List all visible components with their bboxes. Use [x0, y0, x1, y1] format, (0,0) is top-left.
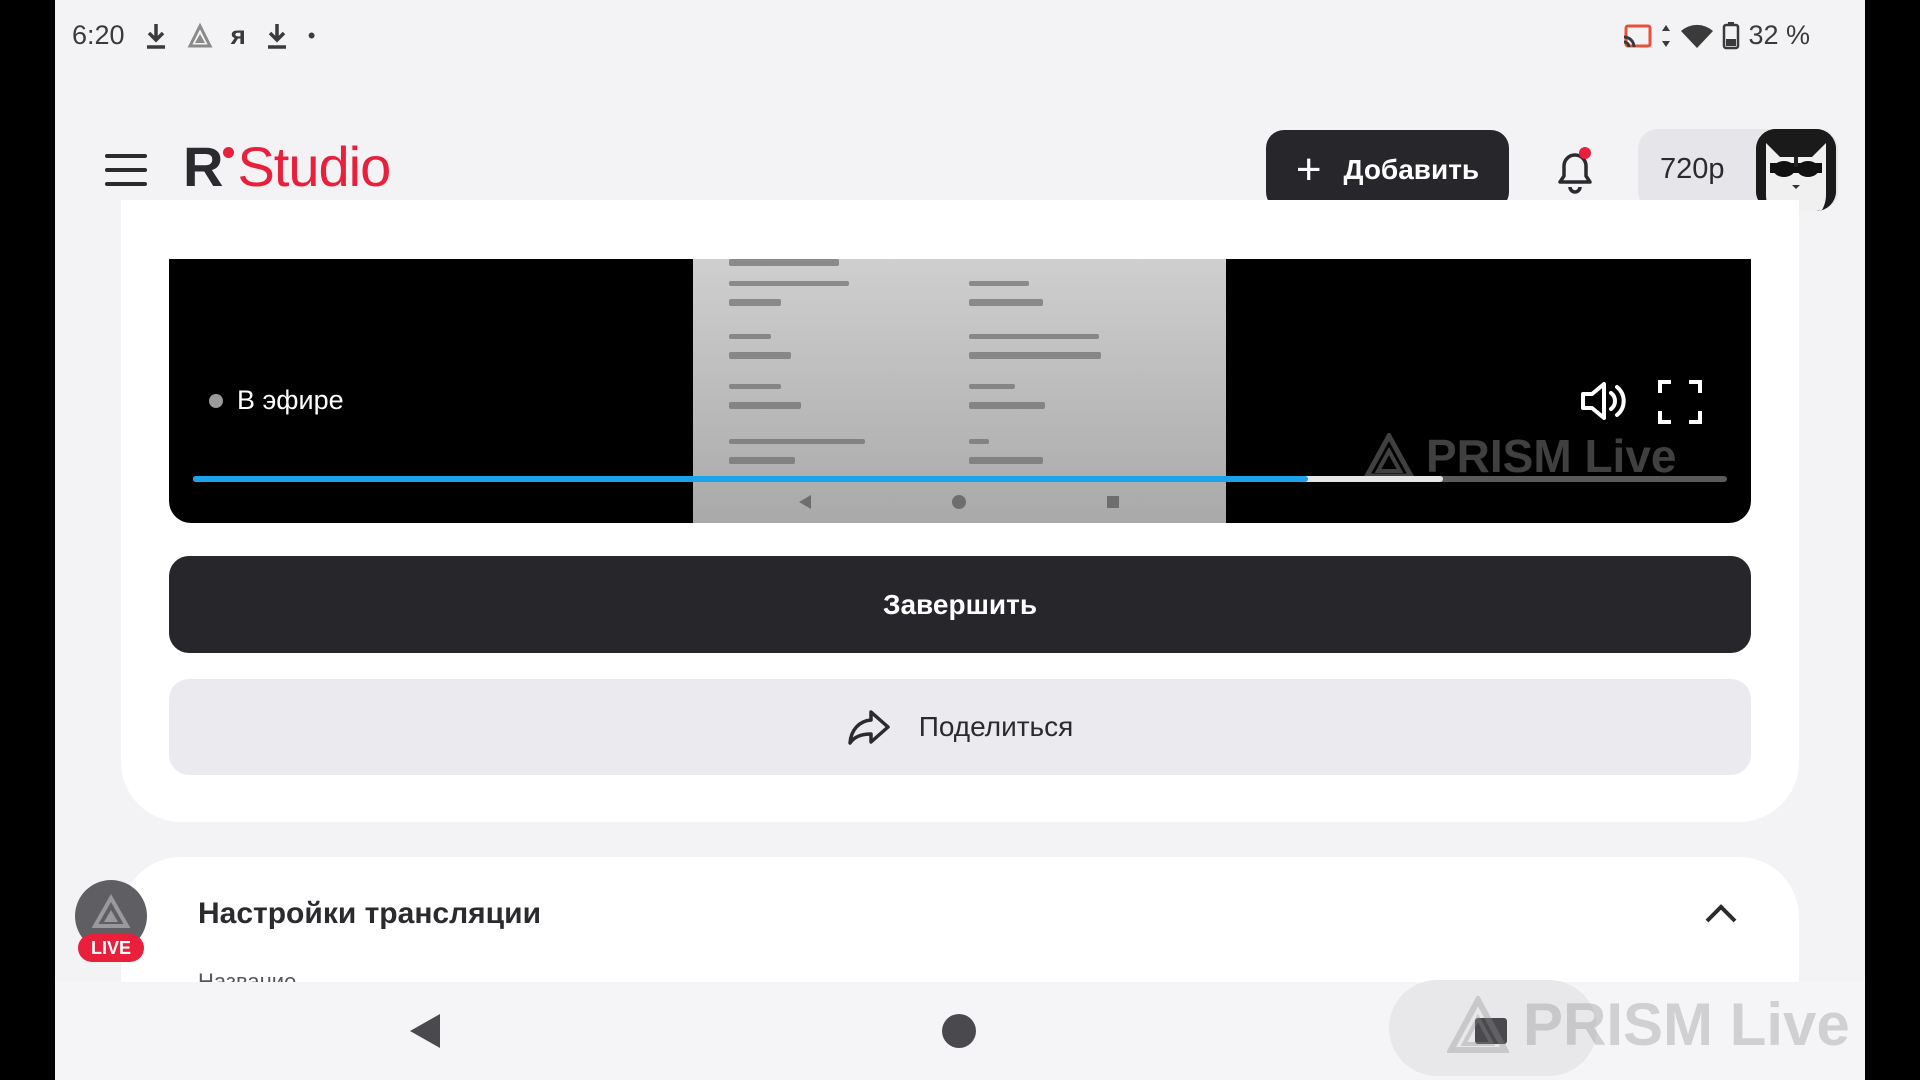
- live-status: В эфире: [209, 385, 344, 416]
- dot-icon: •: [307, 22, 316, 48]
- back-icon[interactable]: [410, 1014, 440, 1048]
- resolution-label: 720p: [1660, 153, 1725, 185]
- logo-dot: [223, 147, 235, 158]
- live-status-text: В эфире: [237, 385, 344, 415]
- live-dot-icon: [209, 393, 223, 408]
- plus-icon: +: [1295, 145, 1322, 194]
- logo-r: R: [183, 135, 223, 198]
- volume-icon[interactable]: [1579, 379, 1629, 423]
- share-icon: [847, 710, 890, 745]
- download-icon: [267, 23, 286, 49]
- share-button-label: Поделиться: [918, 711, 1074, 742]
- avatar[interactable]: [1756, 129, 1836, 211]
- prism-watermark: PRISM Live: [1364, 429, 1677, 483]
- status-bar: 6:20 я • 32 %: [55, 0, 1865, 82]
- data-arrows-icon: [1662, 24, 1671, 47]
- logo[interactable]: R Studio: [183, 134, 391, 199]
- share-button[interactable]: Поделиться: [169, 679, 1751, 775]
- home-icon[interactable]: [942, 1014, 976, 1048]
- battery-icon: [1723, 21, 1740, 49]
- warning-triangle-icon: [187, 22, 212, 47]
- status-time: 6:20: [72, 20, 125, 50]
- prism-watermark-text: PRISM Live: [1426, 430, 1677, 482]
- download-icon: [146, 23, 165, 49]
- progress-played: [193, 476, 1309, 482]
- wifi-icon: [1681, 24, 1714, 48]
- add-button-label: Добавить: [1343, 154, 1480, 185]
- system-nav-bar: PRISM Live: [55, 980, 1865, 1080]
- bell-icon[interactable]: [1550, 144, 1600, 196]
- status-left: 6:20 я •: [72, 20, 315, 51]
- finish-button-label: Завершить: [882, 588, 1038, 620]
- prism-logo-icon: [1364, 433, 1414, 479]
- prism-watermark-overlay-text: PRISM Live: [1523, 991, 1850, 1058]
- menu-icon[interactable]: [105, 154, 147, 188]
- settings-title[interactable]: Настройки трансляции: [198, 897, 541, 931]
- logo-studio: Studio: [237, 135, 391, 198]
- progress-bar[interactable]: [193, 476, 1727, 482]
- cat-avatar-icon: [1756, 129, 1836, 211]
- battery-percent: 32 %: [1748, 20, 1810, 50]
- chevron-up-icon[interactable]: [1703, 901, 1739, 925]
- stream-preview: [693, 259, 1226, 523]
- stream-card: В эфире PRISM Live Завершить Поделиться: [121, 200, 1799, 822]
- account-chip[interactable]: 720p: [1638, 129, 1838, 211]
- fullscreen-icon[interactable]: [1657, 379, 1703, 425]
- finish-button[interactable]: Завершить: [169, 556, 1751, 653]
- prism-logo-icon: [1447, 995, 1509, 1053]
- prism-watermark-overlay: PRISM Live: [1447, 990, 1850, 1059]
- add-button[interactable]: + Добавить: [1266, 130, 1509, 210]
- live-badge: LIVE: [78, 934, 144, 962]
- yandex-icon: я: [230, 20, 246, 50]
- status-right: 32 %: [1622, 20, 1810, 51]
- video-player[interactable]: В эфире PRISM Live: [169, 259, 1751, 523]
- device-screen: 6:20 я • 32 % R Studio + Добавить 720p В…: [55, 0, 1865, 1080]
- cast-icon: [1624, 24, 1652, 47]
